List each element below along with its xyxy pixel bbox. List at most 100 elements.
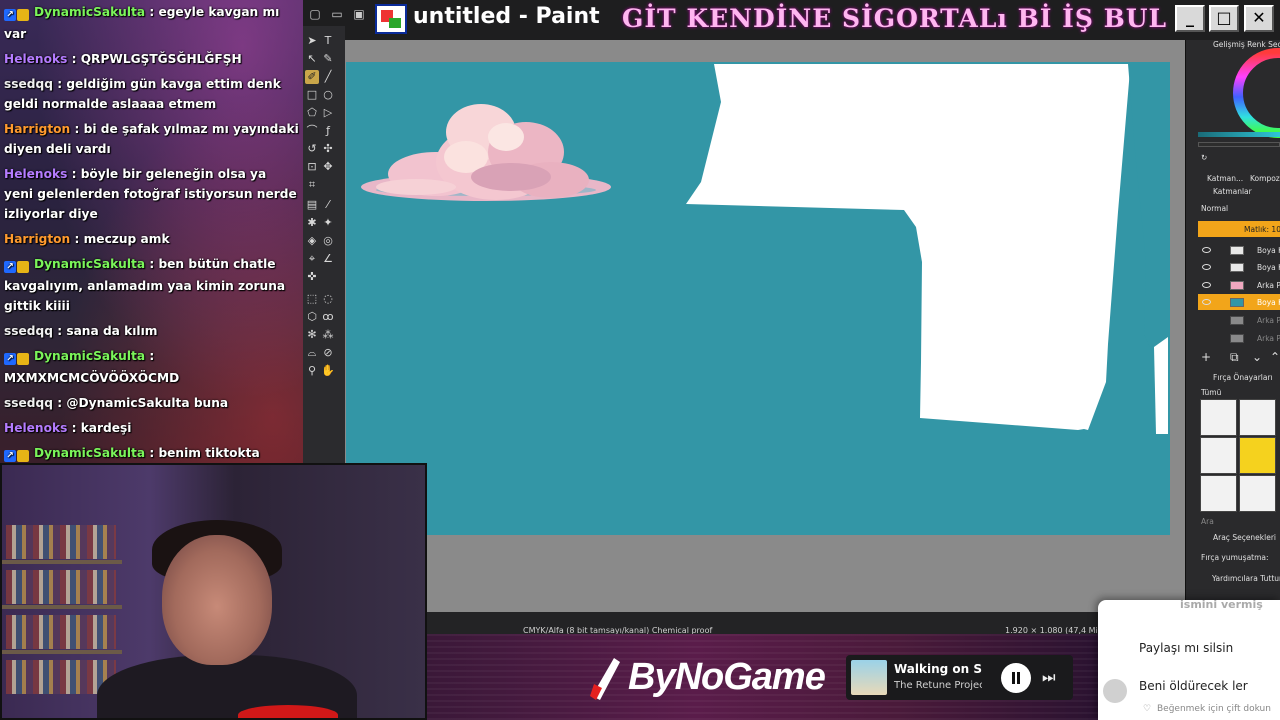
brand-logo-icon	[590, 658, 620, 700]
drawing-canvas[interactable]	[346, 62, 1170, 535]
multibrush-icon[interactable]: ✣	[321, 142, 335, 156]
brush-filter-select[interactable]: Tümü	[1201, 388, 1221, 397]
layer-thumbnail	[1230, 334, 1244, 343]
select-tool-icon[interactable]: ➤	[305, 34, 319, 48]
brush-search-input[interactable]: Ara	[1201, 517, 1214, 526]
layer-name: Arka Pl	[1257, 316, 1280, 325]
color-slider[interactable]	[1198, 132, 1280, 137]
fill-tool-icon[interactable]: ✦	[321, 216, 335, 230]
close-button[interactable]: ✕	[1244, 5, 1274, 32]
ellipse-select-icon[interactable]: ◌	[321, 292, 335, 306]
chat-username[interactable]: DynamicSakulta	[34, 349, 145, 363]
rectangle-tool-icon[interactable]: □	[305, 88, 319, 102]
next-track-icon[interactable]: ⏭	[1042, 668, 1060, 686]
tab-layers[interactable]: Katman...	[1207, 174, 1243, 183]
move-up-icon[interactable]: ⌃	[1270, 350, 1280, 364]
chat-username[interactable]: DynamicSakulta	[34, 257, 145, 271]
gradient-tool-icon[interactable]: ▤	[305, 198, 319, 212]
visibility-eye-icon[interactable]	[1202, 282, 1211, 288]
dynamic-brush-icon[interactable]: ↺	[305, 142, 319, 156]
enclose-fill-icon[interactable]: ◎	[321, 234, 335, 248]
chat-message: ↗ DynamicSakulta : MXMXMCMCÖVÖÖXÖCMD	[0, 344, 303, 391]
chat-username[interactable]: DynamicSakulta	[34, 446, 145, 460]
avatar	[1103, 679, 1127, 703]
snap-assistants-checkbox[interactable]: Yardımcılara Tuttur	[1212, 574, 1280, 583]
brush-preset[interactable]	[1200, 437, 1237, 474]
chat-username[interactable]: Helenoks	[4, 421, 67, 435]
bookshelf	[6, 525, 116, 559]
polygon-tool-icon[interactable]: ⬠	[305, 106, 319, 120]
transform-tool-icon[interactable]: ⊡	[305, 160, 319, 174]
chat-username[interactable]: Helenoks	[4, 52, 67, 66]
rect-select-icon[interactable]: ⬚	[305, 292, 319, 306]
maximize-button[interactable]: □	[1209, 5, 1239, 32]
pan-tool-icon[interactable]: ✋	[321, 364, 335, 378]
assistant-tool-icon[interactable]: ⌖	[305, 252, 319, 266]
chat-username[interactable]: Harrigton	[4, 232, 70, 246]
brush-preset-selected[interactable]	[1239, 437, 1276, 474]
add-layer-icon[interactable]: +	[1201, 350, 1211, 364]
chat-overlay: ↗ DynamicSakulta : egeyle kavgan mı var He…	[0, 0, 303, 463]
move-down-icon[interactable]: ⌄	[1252, 350, 1262, 364]
color-wheel[interactable]	[1232, 48, 1280, 138]
new-file-icon[interactable]: ▢	[306, 5, 324, 23]
crown-badge-icon	[17, 260, 29, 273]
freehand-path-icon[interactable]: ƒ	[321, 124, 335, 138]
reference-tool-icon[interactable]: ✜	[305, 270, 319, 284]
chat-username[interactable]: DynamicSakulta	[34, 5, 145, 19]
chat-badges: ↗	[4, 348, 30, 368]
contiguous-select-icon[interactable]: ✻	[305, 328, 319, 342]
brush-preset[interactable]	[1239, 399, 1276, 436]
smart-patch-icon[interactable]: ✱	[305, 216, 319, 230]
layer-name: Boya K	[1257, 263, 1280, 272]
notification-item[interactable]: Paylaşı mı silsin	[1139, 641, 1233, 655]
color-picker-icon[interactable]: ⁄	[321, 198, 335, 212]
chat-text: : sana da kılım	[57, 324, 158, 338]
refresh-icon[interactable]: ↻	[1201, 153, 1207, 162]
layer-thumbnail	[1230, 246, 1244, 255]
window-title: untitled - Paint	[413, 4, 600, 29]
blend-mode-select[interactable]: Normal	[1201, 204, 1228, 213]
brush-preset[interactable]	[1200, 475, 1237, 512]
bezier-tool-icon[interactable]: ⌒	[305, 124, 319, 138]
bucket-icon[interactable]: ◈	[305, 234, 319, 248]
crop-tool-icon[interactable]: ⌗	[305, 178, 319, 192]
duplicate-layer-icon[interactable]: ⧉	[1230, 350, 1239, 365]
overlay-banner-text: GİT KENDİNE SİGORTALı Bİ İŞ BUL	[622, 4, 1168, 33]
color-history[interactable]	[1198, 142, 1280, 147]
edit-shapes-icon[interactable]: ↖	[305, 52, 319, 66]
line-tool-icon[interactable]: ╱	[321, 70, 335, 84]
chat-username[interactable]: ssedqq	[4, 324, 53, 338]
text-tool-icon[interactable]: T	[321, 34, 335, 48]
notification-item[interactable]: Beni öldürecek ler	[1139, 679, 1248, 693]
polygon-select-icon[interactable]: ⬡	[305, 310, 319, 324]
ellipse-tool-icon[interactable]: ○	[321, 88, 335, 102]
similar-select-icon[interactable]: ⁂	[321, 328, 335, 342]
chat-username[interactable]: Helenoks	[4, 167, 67, 181]
shelf	[2, 650, 122, 654]
brush-tool-icon[interactable]: ✐	[305, 70, 319, 84]
chat-username[interactable]: Harrigton	[4, 122, 70, 136]
measure-tool-icon[interactable]: ∠	[321, 252, 335, 266]
bezier-select-icon[interactable]: ⌓	[305, 346, 319, 360]
magnetic-select-icon[interactable]: ⊘	[321, 346, 335, 360]
minimize-button[interactable]: _	[1175, 5, 1205, 32]
brush-preset[interactable]	[1239, 475, 1276, 512]
chat-username[interactable]: ssedqq	[4, 77, 53, 91]
polyline-tool-icon[interactable]: ▷	[321, 106, 335, 120]
chat-username[interactable]: ssedqq	[4, 396, 53, 410]
visibility-eye-icon[interactable]	[1202, 247, 1211, 253]
tab-composition[interactable]: Kompoz	[1250, 174, 1280, 183]
open-file-icon[interactable]: ▭	[328, 5, 346, 23]
tool-options-title: Araç Seçenekleri	[1213, 533, 1277, 542]
pause-button[interactable]	[1001, 663, 1031, 693]
visibility-eye-icon[interactable]	[1202, 264, 1211, 270]
freehand-select-icon[interactable]: ꝏ	[321, 310, 335, 324]
visibility-eye-icon[interactable]	[1202, 299, 1211, 305]
save-icon[interactable]: ▣	[350, 5, 368, 23]
zoom-tool-icon[interactable]: ⚲	[305, 364, 319, 378]
calligraphy-icon[interactable]: ✎	[321, 52, 335, 66]
move-tool-icon[interactable]: ✥	[321, 160, 335, 174]
like-icon[interactable]: ♡	[1143, 704, 1151, 714]
brush-preset[interactable]	[1200, 399, 1237, 436]
